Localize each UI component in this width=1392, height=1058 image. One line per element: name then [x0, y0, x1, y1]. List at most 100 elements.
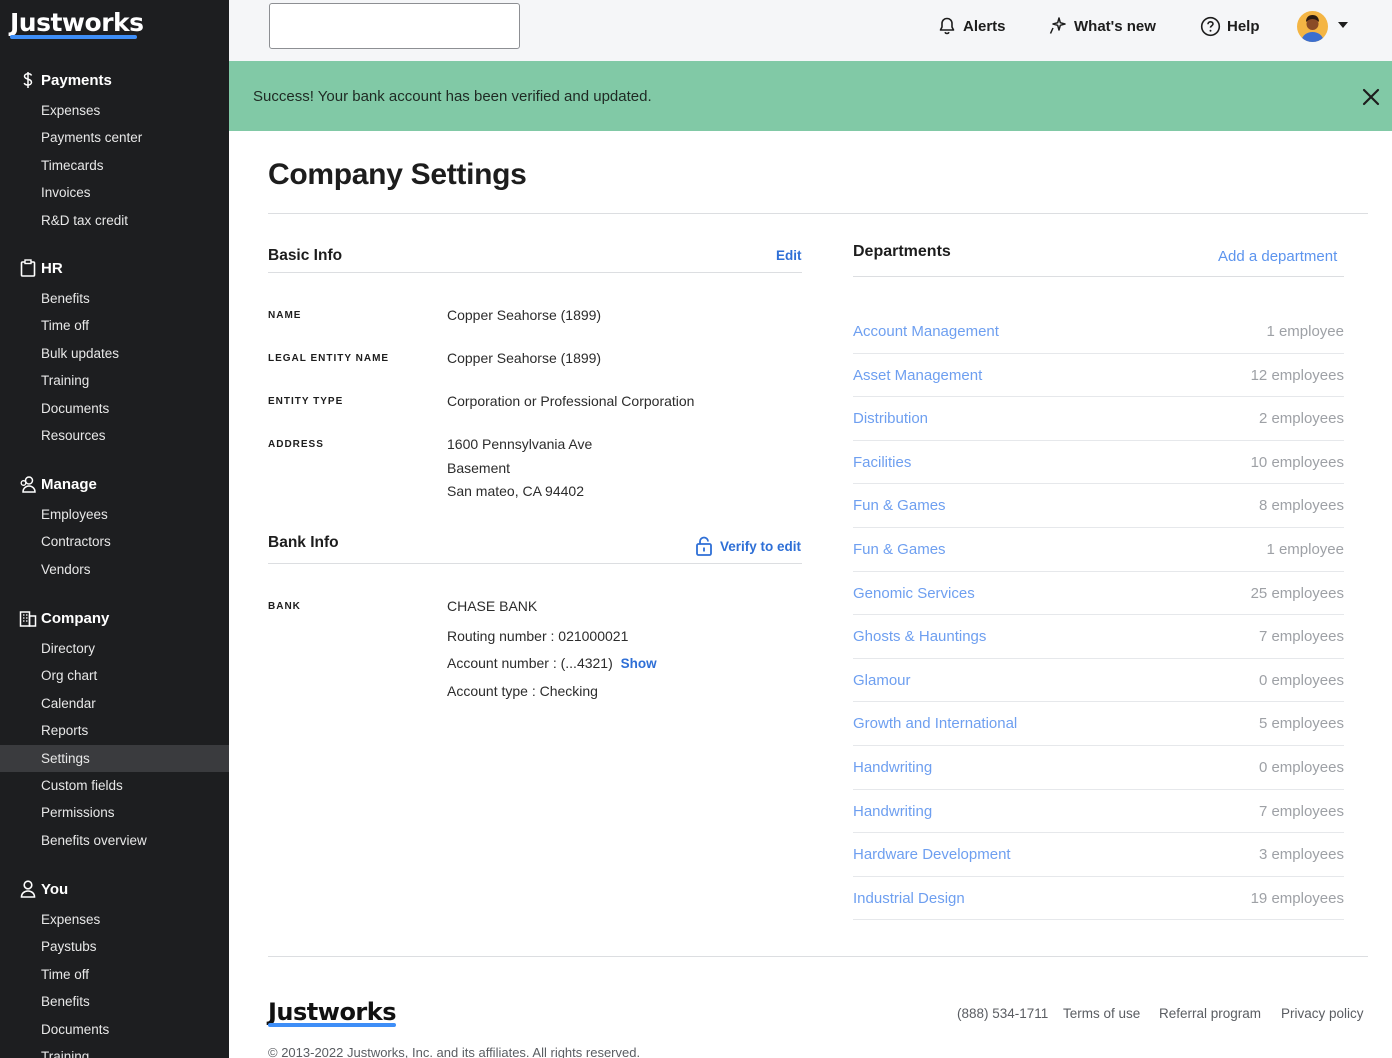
- sidebar-item-expenses[interactable]: Expenses: [0, 97, 229, 124]
- department-employee-count: 25 employees: [1250, 584, 1344, 602]
- sidebar-item-payments-center[interactable]: Payments center: [0, 124, 229, 151]
- footer-logo[interactable]: Justworks: [268, 998, 397, 1026]
- department-row: Ghosts & Hauntings 7 employees: [853, 615, 1344, 659]
- sidebar-item-vendors[interactable]: Vendors: [0, 556, 229, 583]
- bank-info-title: Bank Info: [268, 534, 339, 551]
- show-account-button[interactable]: Show: [621, 656, 657, 671]
- sidebar-section-payments: Payments Expenses Payments center Timecards…: [0, 66, 229, 234]
- sidebar-item-contractors[interactable]: Contractors: [0, 528, 229, 555]
- department-name-link[interactable]: Industrial Design: [853, 890, 965, 907]
- department-name-link[interactable]: Genomic Services: [853, 585, 975, 602]
- sidebar-item-employees[interactable]: Employees: [0, 501, 229, 528]
- address-line-3: San mateo, CA 94402: [447, 483, 584, 499]
- department-row: Account Management 1 employee: [853, 310, 1344, 354]
- department-row: Handwriting 0 employees: [853, 746, 1344, 790]
- sidebar-item-invoices[interactable]: Invoices: [0, 179, 229, 206]
- sidebar-item-documents[interactable]: Documents: [0, 395, 229, 422]
- help-circle-icon: [1200, 16, 1221, 37]
- dollar-icon: [18, 70, 38, 90]
- sidebar-heading-label: Manage: [41, 475, 97, 493]
- department-name-link[interactable]: Asset Management: [853, 367, 982, 384]
- sidebar-item-directory[interactable]: Directory: [0, 635, 229, 662]
- footer-divider: [268, 956, 1368, 957]
- department-name-link[interactable]: Fun & Games: [853, 541, 946, 558]
- department-employee-count: 7 employees: [1258, 628, 1344, 646]
- sidebar-heading-label: Company: [41, 609, 110, 627]
- department-name-link[interactable]: Account Management: [853, 323, 999, 340]
- sidebar-item-reports[interactable]: Reports: [0, 717, 229, 744]
- sidebar-item-timecards[interactable]: Timecards: [0, 152, 229, 179]
- sidebar-item-bulk-updates[interactable]: Bulk updates: [0, 340, 229, 367]
- search-input[interactable]: [269, 3, 520, 49]
- add-department-button[interactable]: Add a department: [1218, 248, 1337, 265]
- department-employee-count: 19 employees: [1250, 889, 1344, 907]
- justworks-logo[interactable]: Justworks: [10, 8, 144, 37]
- department-name-link[interactable]: Growth and International: [853, 715, 1017, 732]
- basic-info-divider: [268, 272, 802, 273]
- account-type: Account type : Checking: [447, 683, 598, 699]
- sidebar-item-training[interactable]: Training: [0, 1043, 229, 1058]
- sidebar-item-time-off[interactable]: Time off: [0, 961, 229, 988]
- department-name-link[interactable]: Handwriting: [853, 803, 932, 820]
- help-label: Help: [1227, 18, 1260, 35]
- sidebar-heading-payments[interactable]: Payments: [0, 66, 229, 94]
- sidebar-item-calendar[interactable]: Calendar: [0, 690, 229, 717]
- department-name-link[interactable]: Ghosts & Hauntings: [853, 628, 986, 645]
- sidebar-item-settings[interactable]: Settings: [0, 744, 229, 772]
- account-number-text: Account number : (...4321): [447, 655, 613, 671]
- department-row: Genomic Services 25 employees: [853, 572, 1344, 616]
- sidebar-item-documents[interactable]: Documents: [0, 1016, 229, 1043]
- user-avatar[interactable]: [1297, 11, 1328, 42]
- department-row: Industrial Design 19 employees: [853, 877, 1344, 921]
- name-label: NAME: [268, 310, 302, 321]
- help-button[interactable]: Help: [1200, 16, 1260, 37]
- footer-phone[interactable]: (888) 534-1711: [957, 1006, 1048, 1021]
- sidebar-heading-label: Payments: [41, 71, 112, 89]
- sidebar-item-benefits[interactable]: Benefits: [0, 988, 229, 1015]
- title-divider: [268, 213, 1368, 214]
- footer-privacy-link[interactable]: Privacy policy: [1281, 1006, 1364, 1021]
- sidebar-heading-you[interactable]: You: [0, 875, 229, 903]
- departments-title: Departments: [853, 243, 951, 260]
- sidebar-heading-company[interactable]: Company: [0, 604, 229, 632]
- sidebar-item-org-chart[interactable]: Org chart: [0, 662, 229, 689]
- entity-type-label: ENTITY TYPE: [268, 396, 344, 407]
- sidebar-item-r-d-tax-credit[interactable]: R&D tax credit: [0, 207, 229, 234]
- verify-to-edit-button[interactable]: Verify to edit: [695, 536, 801, 556]
- lock-icon: [696, 536, 712, 556]
- sidebar-section-you: You Expenses Paystubs Time off Benefits Docum…: [0, 875, 229, 1058]
- sidebar-item-custom-fields[interactable]: Custom fields: [0, 772, 229, 799]
- department-name-link[interactable]: Facilities: [853, 454, 911, 471]
- alerts-button[interactable]: Alerts: [937, 16, 1006, 36]
- sidebar-heading-manage[interactable]: Manage: [0, 470, 229, 498]
- sidebar-item-expenses[interactable]: Expenses: [0, 906, 229, 933]
- footer-terms-link[interactable]: Terms of use: [1063, 1006, 1140, 1021]
- sidebar-item-resources[interactable]: Resources: [0, 422, 229, 449]
- account-menu-chevron-down-icon[interactable]: [1338, 22, 1348, 28]
- department-row: Facilities 10 employees: [853, 441, 1344, 485]
- legal-entity-value: Copper Seahorse (1899): [447, 350, 602, 366]
- department-name-link[interactable]: Hardware Development: [853, 846, 1011, 863]
- bank-name: CHASE BANK: [447, 598, 538, 614]
- close-icon[interactable]: [1360, 86, 1382, 108]
- sidebar-item-paystubs[interactable]: Paystubs: [0, 933, 229, 960]
- whats-new-button[interactable]: What's new: [1048, 16, 1156, 36]
- edit-basic-info-button[interactable]: Edit: [776, 248, 802, 263]
- department-name-link[interactable]: Distribution: [853, 410, 928, 427]
- department-name-link[interactable]: Fun & Games: [853, 497, 946, 514]
- department-name-link[interactable]: Handwriting: [853, 759, 932, 776]
- department-employee-count: 12 employees: [1250, 366, 1344, 384]
- sidebar-item-time-off[interactable]: Time off: [0, 312, 229, 339]
- sidebar-section-manage: Manage Employees Contractors Vendors: [0, 470, 229, 583]
- sidebar-item-permissions[interactable]: Permissions: [0, 799, 229, 826]
- sidebar-section-hr: HR Benefits Time off Bulk updates Training Do…: [0, 254, 229, 449]
- sidebar-item-benefits-overview[interactable]: Benefits overview: [0, 827, 229, 854]
- department-name-link[interactable]: Glamour: [853, 672, 911, 689]
- sidebar-heading-hr[interactable]: HR: [0, 254, 229, 282]
- sidebar-item-training[interactable]: Training: [0, 367, 229, 394]
- department-employee-count: 1 employee: [1266, 323, 1344, 340]
- department-row: Distribution 2 employees: [853, 397, 1344, 441]
- page-title: Company Settings: [268, 158, 527, 191]
- sidebar-item-benefits[interactable]: Benefits: [0, 285, 229, 312]
- footer-referral-link[interactable]: Referral program: [1159, 1006, 1261, 1021]
